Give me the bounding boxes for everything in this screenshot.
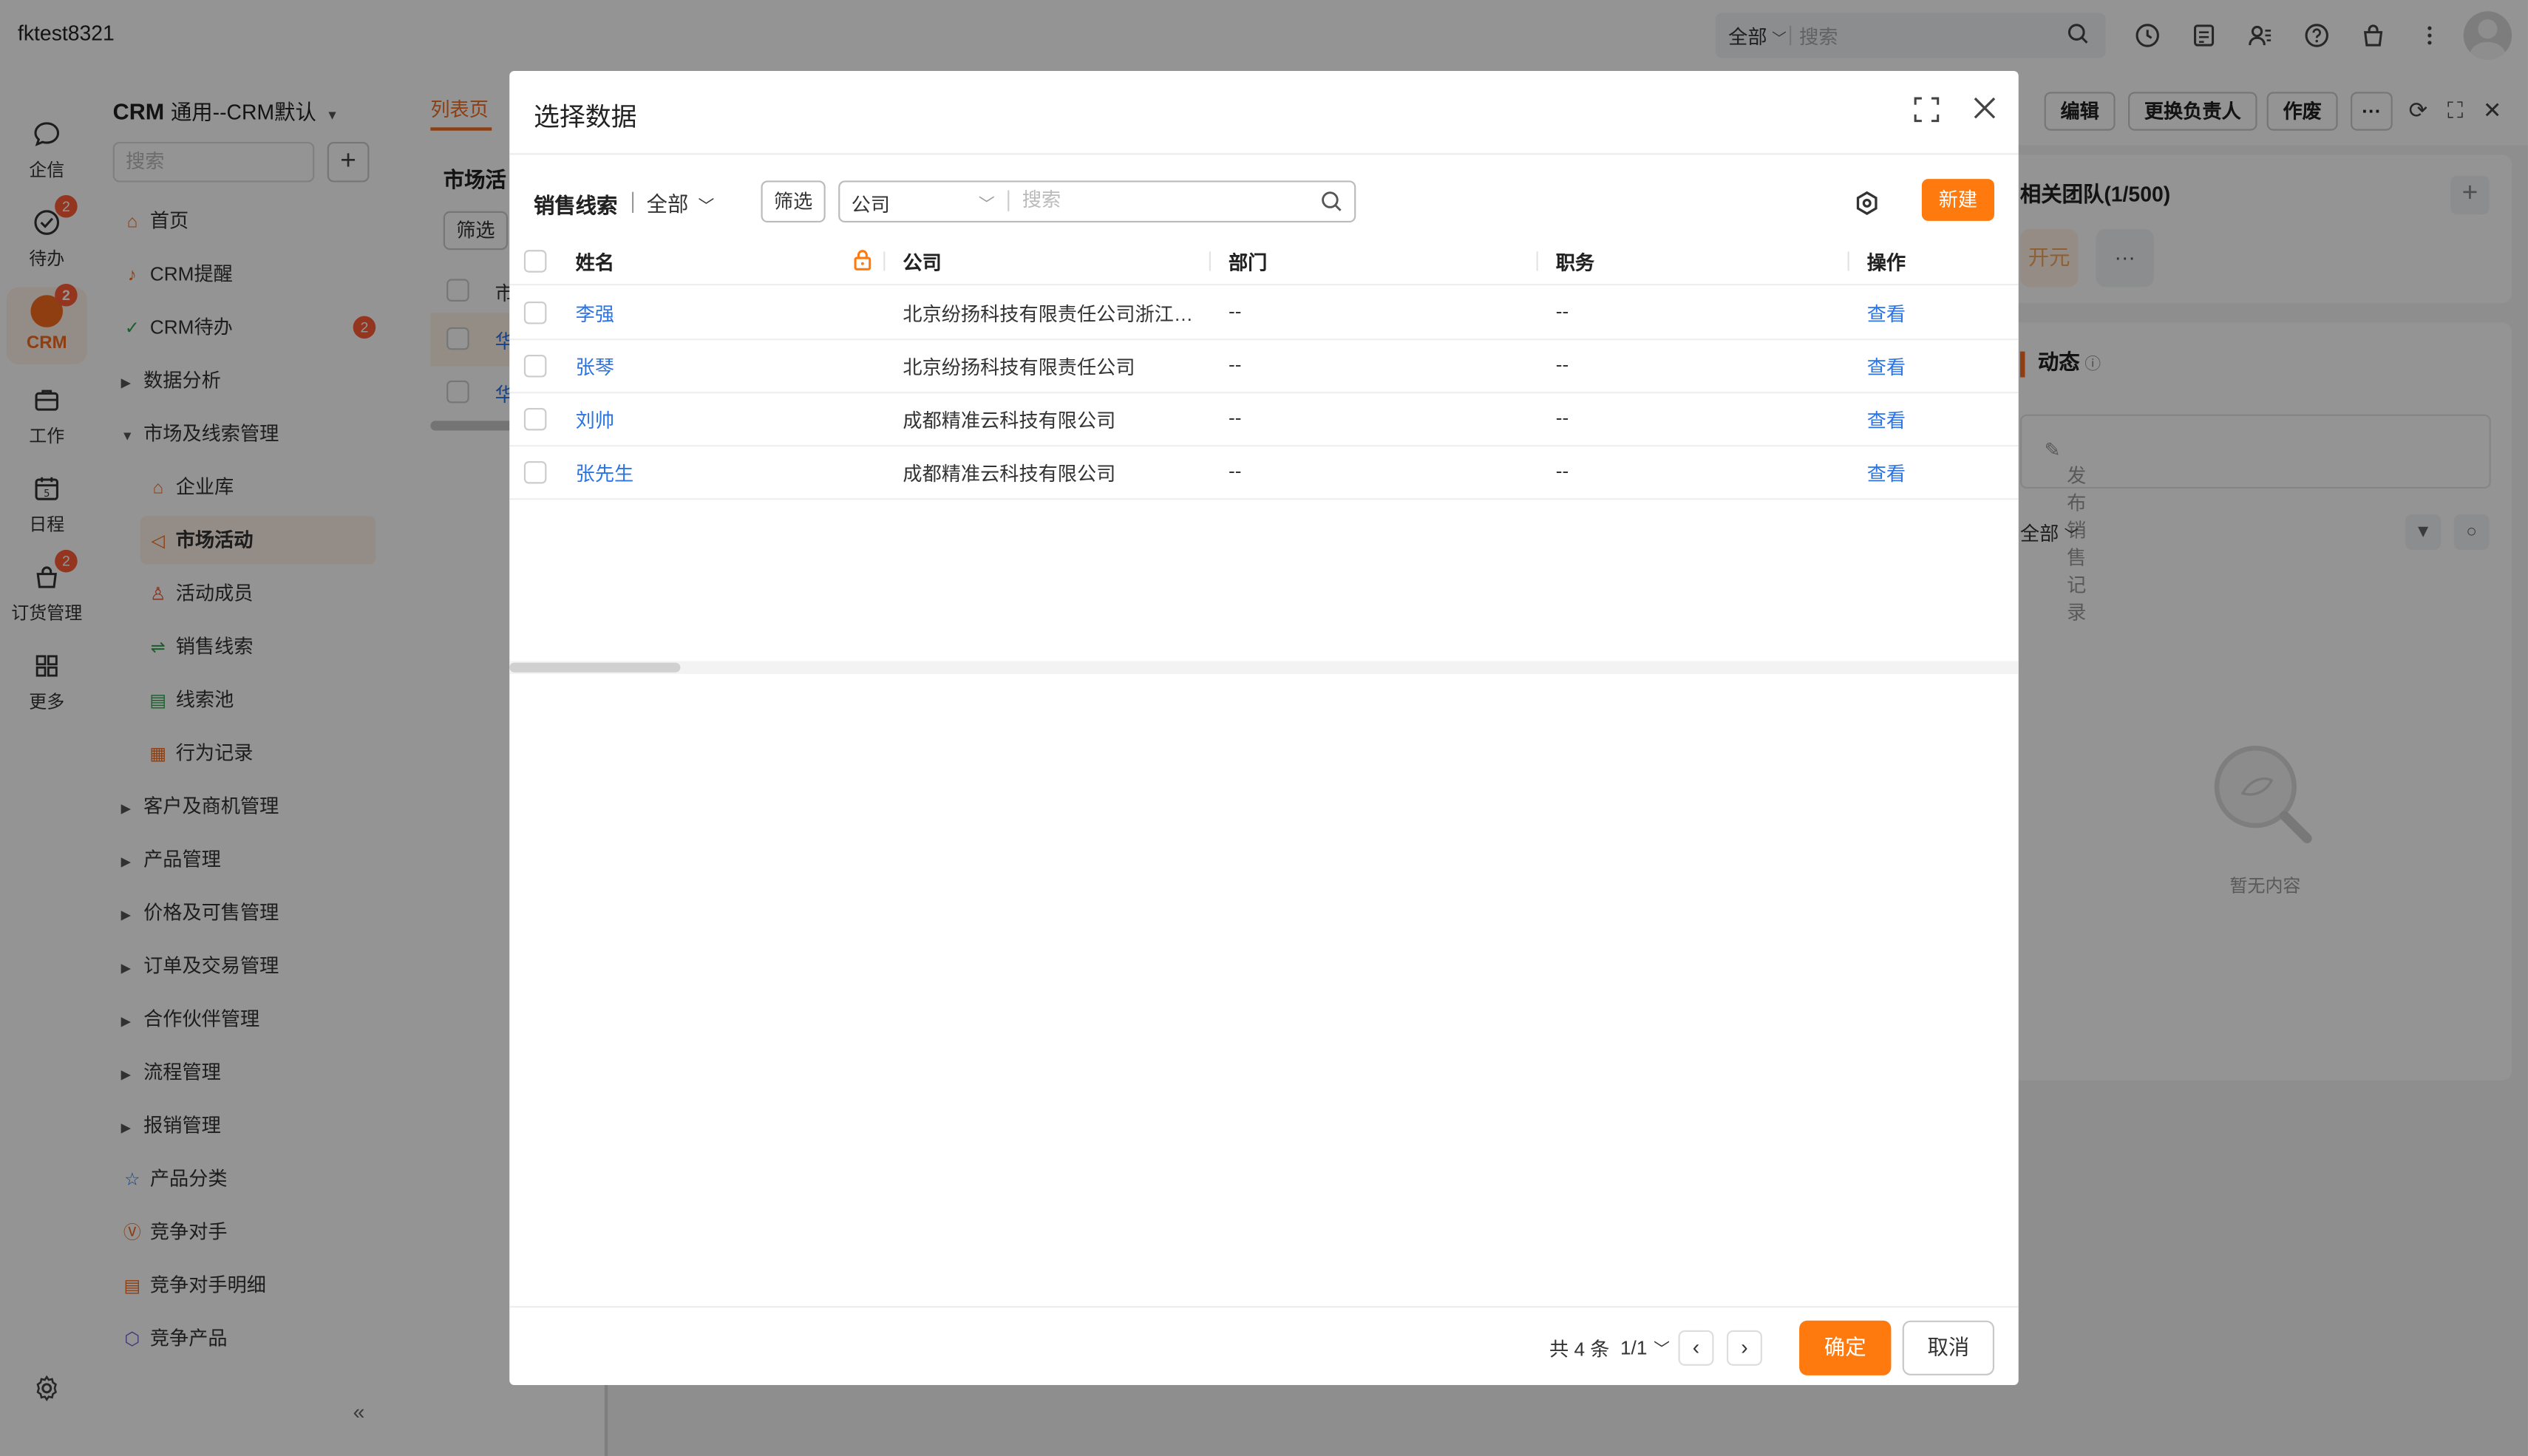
select-all-checkbox[interactable] [523, 250, 547, 273]
close-icon[interactable] [1970, 94, 1999, 123]
page-select[interactable]: 1/1 ﹀ [1620, 1335, 1670, 1360]
horizontal-scrollbar[interactable] [509, 661, 2019, 674]
object-name: 销售线索 [533, 193, 618, 218]
table-row[interactable]: 张先生 成都精准云科技有限公司 -- -- 查看 [509, 446, 2019, 500]
cancel-button[interactable]: 取消 [1902, 1320, 1995, 1375]
department-cell: -- [1228, 406, 1242, 429]
title-cell: -- [1555, 406, 1569, 429]
lead-name-link[interactable]: 张先生 [576, 460, 634, 487]
search-box: 公司 ﹀ 搜索 [838, 180, 1356, 223]
lock-icon [854, 250, 871, 271]
app-window: fktest8321 全部 ﹀ 搜索 企信 2 待办 2 CRM 工作 5 日程… [0, 0, 2528, 1456]
title-cell: -- [1555, 459, 1569, 483]
prev-page-button[interactable]: ‹ [1678, 1330, 1714, 1366]
pagination-total: 共 4 条 [1549, 1338, 1610, 1361]
dialog-footer: 共 4 条 1/1 ﹀ ‹ › 确定 取消 [509, 1306, 2019, 1385]
table-header: 姓名 公司 部门 职务 操作 [509, 236, 2019, 286]
table-row[interactable]: 李强 北京纷扬科技有限责任公司浙江分公司 -- -- 查看 [509, 287, 2019, 341]
maximize-icon[interactable] [1912, 95, 1941, 124]
view-link[interactable]: 查看 [1867, 460, 1906, 487]
lead-name-link[interactable]: 张琴 [576, 353, 614, 381]
chevron-down-icon: ﹀ [698, 198, 715, 217]
dialog-title: 选择数据 [533, 104, 637, 132]
column-settings-icon[interactable] [1854, 190, 1880, 216]
row-checkbox[interactable] [523, 407, 547, 431]
dialog-toolbar: 销售线索 全部 ﹀ 筛选 公司 ﹀ 搜索 新建 [509, 174, 2019, 229]
scope-select[interactable]: 全部 ﹀ [647, 187, 715, 217]
column-header-actions: 操作 [1866, 251, 1906, 274]
search-input[interactable]: 搜索 [1008, 189, 1061, 211]
company-cell: 北京纷扬科技有限责任公司浙江分公司 [903, 303, 1196, 326]
company-cell: 成都精准云科技有限公司 [903, 463, 1116, 486]
column-header-name[interactable]: 姓名 [576, 248, 614, 276]
divider [631, 191, 634, 213]
department-cell: -- [1228, 299, 1242, 323]
table-row[interactable]: 张琴 北京纷扬科技有限责任公司 -- -- 查看 [509, 340, 2019, 394]
dialog-header: 选择数据 [509, 71, 2019, 155]
title-cell: -- [1555, 299, 1569, 323]
chevron-down-icon[interactable]: ﹀ [979, 190, 995, 214]
column-header-department[interactable]: 部门 [1229, 248, 1267, 276]
department-cell: -- [1228, 459, 1242, 483]
view-link[interactable]: 查看 [1867, 353, 1906, 381]
new-button[interactable]: 新建 [1921, 179, 1995, 221]
title-cell: -- [1555, 353, 1569, 376]
row-checkbox[interactable] [523, 460, 547, 484]
scrollbar-thumb[interactable] [509, 662, 681, 673]
select-data-dialog: 选择数据 销售线索 全部 ﹀ 筛选 公司 ﹀ 搜索 新建 姓名 公司 部门 职务… [509, 70, 2019, 1385]
view-link[interactable]: 查看 [1867, 406, 1906, 434]
lead-name-link[interactable]: 李强 [576, 300, 614, 327]
row-checkbox[interactable] [523, 301, 547, 324]
search-field-select[interactable]: 公司 [852, 190, 890, 217]
search-icon[interactable] [1320, 190, 1343, 213]
next-page-button[interactable]: › [1726, 1330, 1762, 1366]
department-cell: -- [1228, 353, 1242, 376]
view-link[interactable]: 查看 [1867, 300, 1906, 327]
column-header-title[interactable]: 职务 [1556, 248, 1594, 276]
chevron-down-icon: ﹀ [1654, 1341, 1670, 1360]
table-row[interactable]: 刘帅 成都精准云科技有限公司 -- -- 查看 [509, 393, 2019, 447]
row-checkbox[interactable] [523, 354, 547, 378]
filter-button[interactable]: 筛选 [761, 180, 826, 223]
confirm-button[interactable]: 确定 [1799, 1320, 1892, 1375]
lead-name-link[interactable]: 刘帅 [576, 406, 614, 434]
column-header-company[interactable]: 公司 [903, 248, 941, 276]
company-cell: 成都精准云科技有限公司 [903, 409, 1116, 432]
company-cell: 北京纷扬科技有限责任公司 [903, 356, 1135, 379]
